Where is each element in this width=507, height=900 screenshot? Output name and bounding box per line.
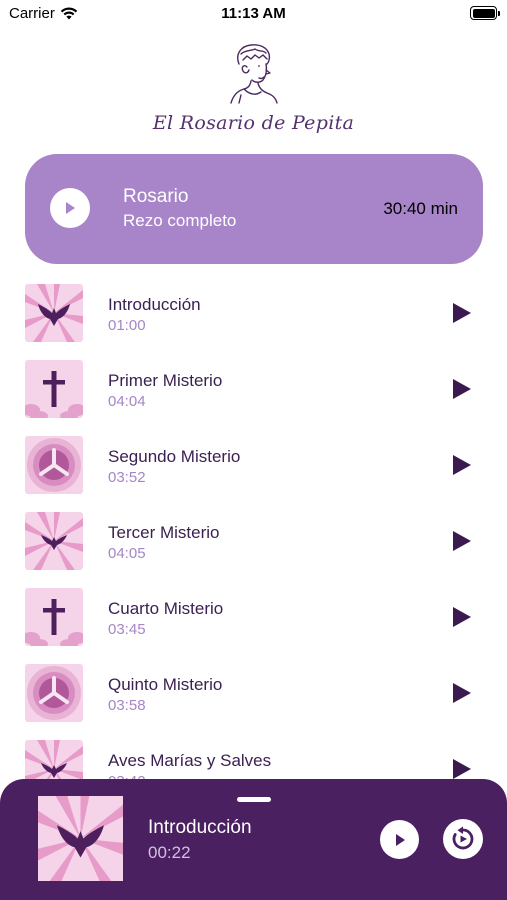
play-icon[interactable] [451,757,473,781]
player-replay-button[interactable] [443,819,483,859]
dove-icon [25,512,83,570]
rosary-full-card[interactable]: Rosario Rezo completo 30:40 min [25,154,483,264]
status-time: 11:13 AM [221,5,286,22]
dove-icon [38,796,123,881]
track-duration: 03:52 [108,469,146,486]
cross-icon [25,360,83,418]
track-duration: 03:58 [108,697,146,714]
circle-emblem-icon [25,436,83,494]
track-item[interactable]: Primer Misterio 04:04 [0,360,507,420]
circle-emblem-icon [25,664,83,722]
play-icon[interactable] [451,681,473,705]
track-title: Segundo Misterio [108,447,241,466]
status-bar: Carrier 11:13 AM [0,0,507,28]
track-duration: 04:05 [108,545,146,562]
track-title: Tercer Misterio [108,523,220,542]
track-title: Quinto Misterio [108,675,223,694]
track-item[interactable]: Cuarto Misterio 03:45 [0,588,507,648]
now-playing-title: Introducción [148,817,252,838]
portrait-logo-icon [230,44,278,104]
track-title: Aves Marías y Salves [108,751,272,770]
track-title: Primer Misterio [108,371,223,390]
play-icon[interactable] [451,529,473,553]
play-icon [395,833,405,846]
cross-icon [25,588,83,646]
play-icon[interactable] [451,377,473,401]
dove-icon [25,284,83,342]
track-item[interactable]: Tercer Misterio 04:05 [0,512,507,572]
hero-subtitle: Rezo completo [123,211,237,230]
battery-icon [470,6,500,20]
play-icon[interactable] [451,605,473,629]
track-item[interactable]: Segundo Misterio 03:52 [0,436,507,496]
hero-play-button[interactable] [50,188,90,228]
track-title: Cuarto Misterio [108,599,224,618]
play-icon[interactable] [451,301,473,325]
mini-player[interactable]: Introducción 00:22 [0,779,507,900]
play-icon[interactable] [451,453,473,477]
track-title: Introducción [108,295,201,314]
track-duration: 03:45 [108,621,146,638]
drag-handle[interactable] [237,797,271,802]
track-duration: 04:04 [108,393,146,410]
now-playing-time: 00:22 [148,843,191,862]
track-duration: 01:00 [108,317,146,334]
player-play-button[interactable] [380,820,419,859]
track-item[interactable]: Introducción 01:00 [0,284,507,344]
replay-icon [452,826,474,850]
app-brand-title: El Rosario de Pepita [152,112,355,134]
track-item[interactable]: Quinto Misterio 03:58 [0,664,507,724]
play-icon [66,202,75,214]
hero-title: Rosario [123,186,189,207]
hero-duration: 30:40 min [383,199,458,218]
